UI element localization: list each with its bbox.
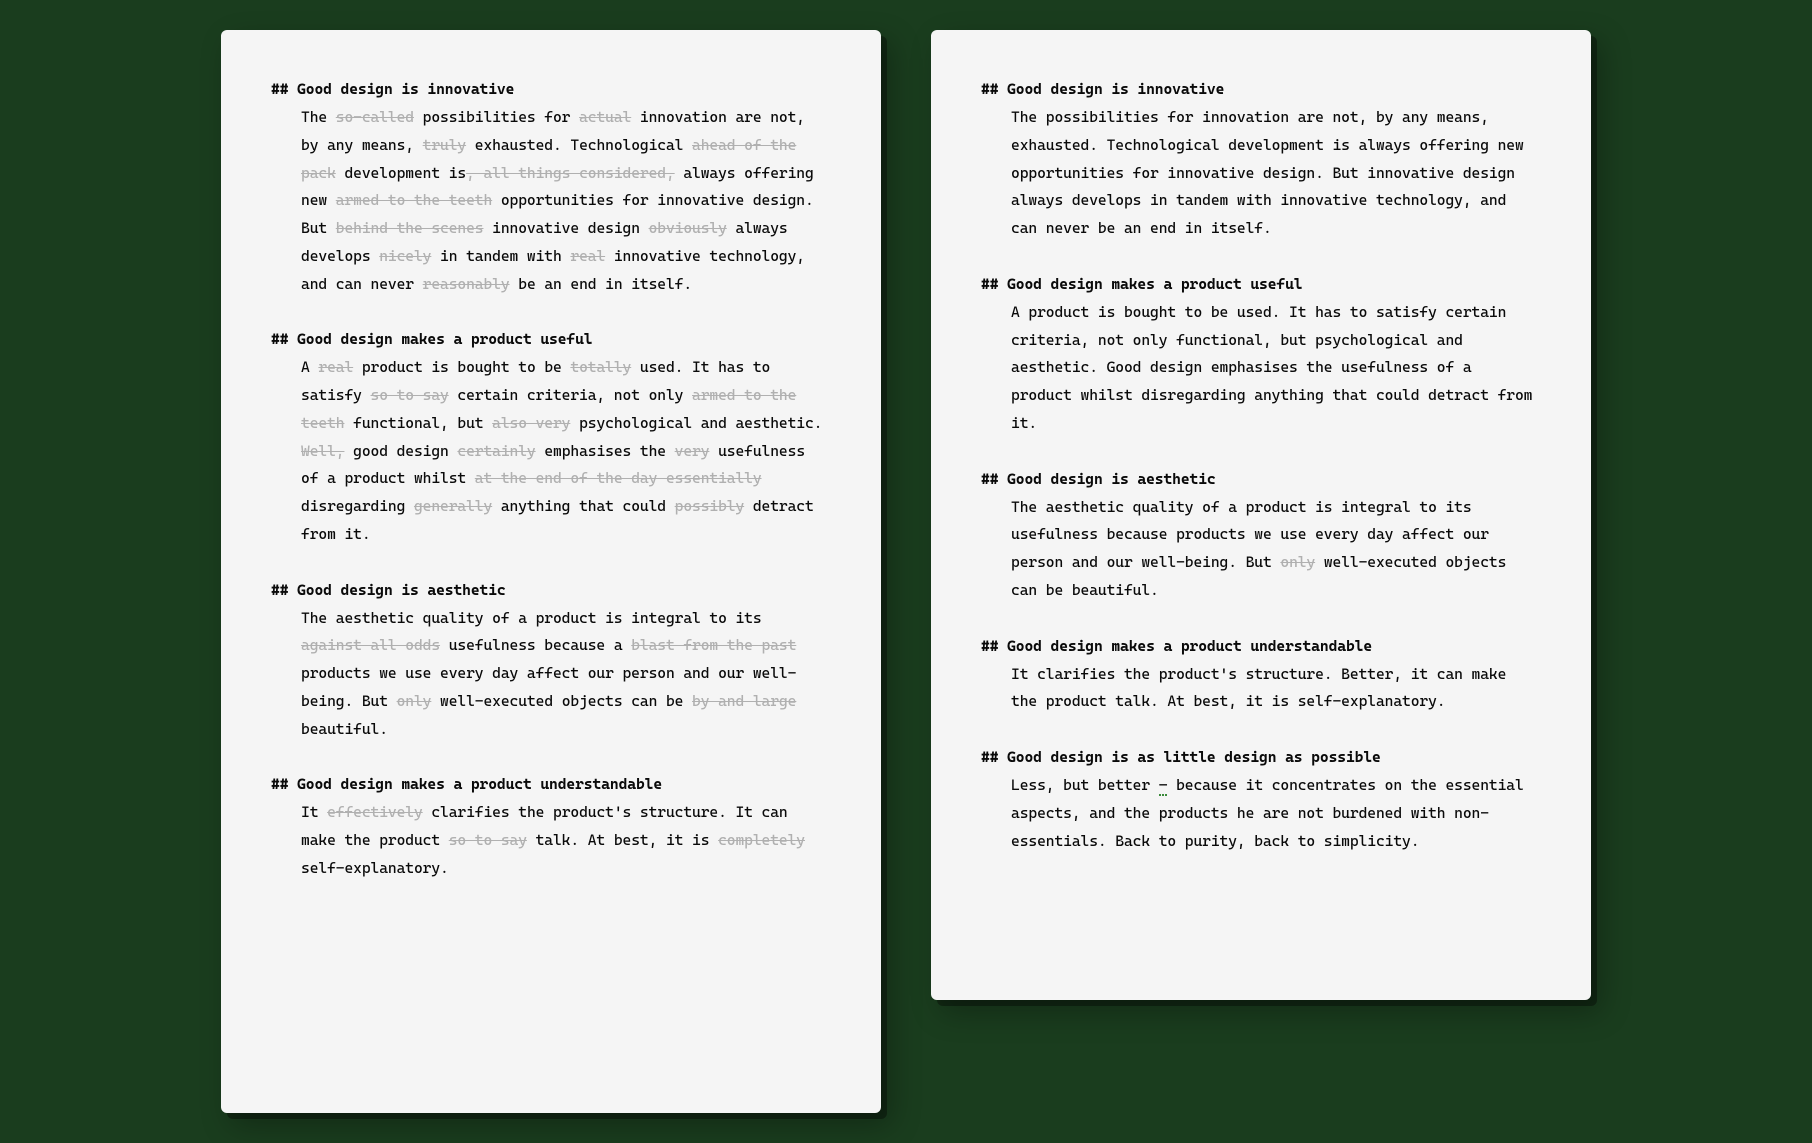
removed-text: only [397, 692, 432, 710]
right-document-card: ## Good design is innovative The possibi… [931, 30, 1591, 1000]
section-heading: ## Good design is innovative [981, 80, 1541, 98]
removed-text: real [318, 358, 353, 376]
removed-text: truly [423, 136, 466, 154]
section-heading: ## Good design makes a product useful [271, 330, 831, 348]
removed-text: completely [718, 831, 805, 849]
section-understandable-right: ## Good design makes a product understan… [981, 637, 1541, 717]
section-heading: ## Good design makes a product understan… [981, 637, 1541, 655]
section-body: A real product is bought to be totally u… [271, 354, 831, 548]
section-body: It clarifies the product's structure. Be… [981, 661, 1541, 717]
section-heading: ## Good design is aesthetic [271, 581, 831, 599]
removed-text: against all odds [301, 636, 440, 654]
removed-text: also very [492, 414, 570, 432]
section-useful-right: ## Good design makes a product useful A … [981, 275, 1541, 438]
removed-text: so to say [449, 831, 527, 849]
section-understandable-left: ## Good design makes a product understan… [271, 775, 831, 882]
section-body: The aesthetic quality of a product is in… [981, 494, 1541, 605]
section-heading: ## Good design is innovative [271, 80, 831, 98]
removed-text: armed to the teeth [336, 191, 492, 209]
removed-text: nicely [379, 247, 431, 265]
section-aesthetic-left: ## Good design is aesthetic The aestheti… [271, 581, 831, 744]
removed-text: , all things considered, [466, 164, 675, 182]
section-body: Less, but better – because it concentrat… [981, 772, 1541, 855]
removed-text: effectively [327, 803, 423, 821]
removed-text: Well, [301, 442, 344, 460]
removed-text: only [1280, 553, 1315, 571]
removed-text: reasonably [423, 275, 510, 293]
section-useful-left: ## Good design makes a product useful A … [271, 330, 831, 548]
section-heading: ## Good design makes a product understan… [271, 775, 831, 793]
section-body: A product is bought to be used. It has t… [981, 299, 1541, 438]
removed-text: blast from the past [631, 636, 796, 654]
removed-text: obviously [649, 219, 727, 237]
section-body: The possibilities for innovation are not… [981, 104, 1541, 243]
removed-text: so-called [336, 108, 414, 126]
section-innovative-right: ## Good design is innovative The possibi… [981, 80, 1541, 243]
removed-text: generally [414, 497, 492, 515]
removed-text: totally [570, 358, 631, 376]
section-heading: ## Good design is as little design as po… [981, 748, 1541, 766]
section-body: It effectively clarifies the product's s… [271, 799, 831, 882]
removed-text: real [570, 247, 605, 265]
section-body: The so-called possibilities for actual i… [271, 104, 831, 298]
removed-text: actual [579, 108, 631, 126]
section-heading: ## Good design makes a product useful [981, 275, 1541, 293]
section-aesthetic-right: ## Good design is aesthetic The aestheti… [981, 470, 1541, 605]
removed-text: so to say [371, 386, 449, 404]
removed-text: at the end of the day essentially [475, 469, 762, 487]
section-heading: ## Good design is aesthetic [981, 470, 1541, 488]
removed-text: certainly [457, 442, 535, 460]
removed-text: possibly [675, 497, 745, 515]
section-body: The aesthetic quality of a product is in… [271, 605, 831, 744]
section-innovative-left: ## Good design is innovative The so-call… [271, 80, 831, 298]
section-little-design-right: ## Good design is as little design as po… [981, 748, 1541, 855]
left-document-card: ## Good design is innovative The so-call… [221, 30, 881, 1113]
removed-text: behind the scenes [336, 219, 484, 237]
removed-text: by and large [692, 692, 796, 710]
removed-text: very [675, 442, 710, 460]
